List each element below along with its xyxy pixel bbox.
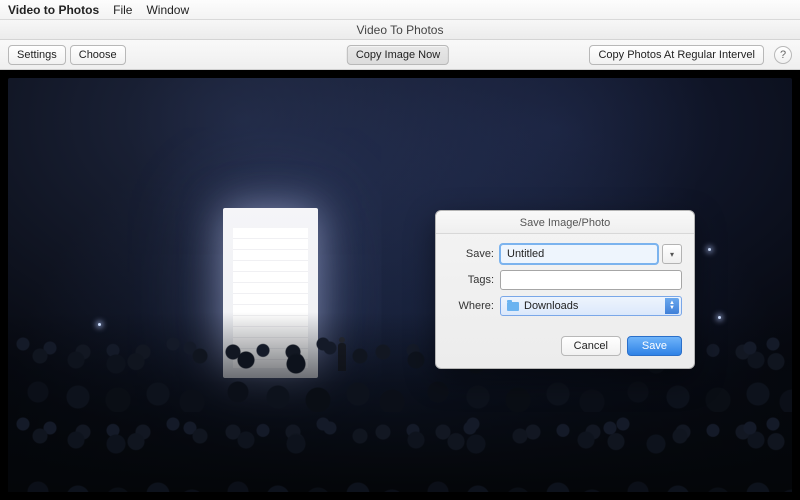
app-name[interactable]: Video to Photos [8, 3, 99, 17]
where-select[interactable]: Downloads ▲▼ [500, 296, 682, 316]
tags-label: Tags: [448, 274, 494, 286]
toolbar: Settings Choose Copy Image Now Copy Phot… [0, 40, 800, 70]
stage-light-icon [708, 248, 711, 251]
save-button[interactable]: Save [627, 336, 682, 356]
save-dialog: Save Image/Photo Save: ▾ Tags: Where: Do… [435, 210, 695, 369]
copy-interval-button[interactable]: Copy Photos At Regular Intervel [589, 45, 764, 65]
menu-file[interactable]: File [113, 3, 132, 17]
stage-light-icon [718, 316, 721, 319]
save-as-label: Save: [448, 248, 494, 260]
stage-light-icon [98, 323, 101, 326]
select-stepper-icon: ▲▼ [665, 298, 679, 314]
folder-icon [507, 302, 519, 311]
video-area: Save Image/Photo Save: ▾ Tags: Where: Do… [0, 70, 800, 500]
chevron-down-icon: ▾ [670, 250, 674, 259]
window-title-text: Video To Photos [357, 23, 444, 37]
where-label: Where: [448, 300, 494, 312]
cancel-button[interactable]: Cancel [561, 336, 621, 356]
window-title: Video To Photos [0, 20, 800, 40]
choose-button[interactable]: Choose [70, 45, 126, 65]
tags-input[interactable] [500, 270, 682, 290]
dialog-title: Save Image/Photo [436, 211, 694, 234]
where-value: Downloads [524, 300, 578, 312]
expand-disclosure-button[interactable]: ▾ [662, 244, 682, 264]
menubar: Video to Photos File Window [0, 0, 800, 20]
menu-window[interactable]: Window [146, 3, 189, 17]
save-as-input[interactable] [500, 244, 658, 264]
settings-button[interactable]: Settings [8, 45, 66, 65]
copy-image-now-button[interactable]: Copy Image Now [347, 45, 449, 65]
help-button[interactable]: ? [774, 46, 792, 64]
